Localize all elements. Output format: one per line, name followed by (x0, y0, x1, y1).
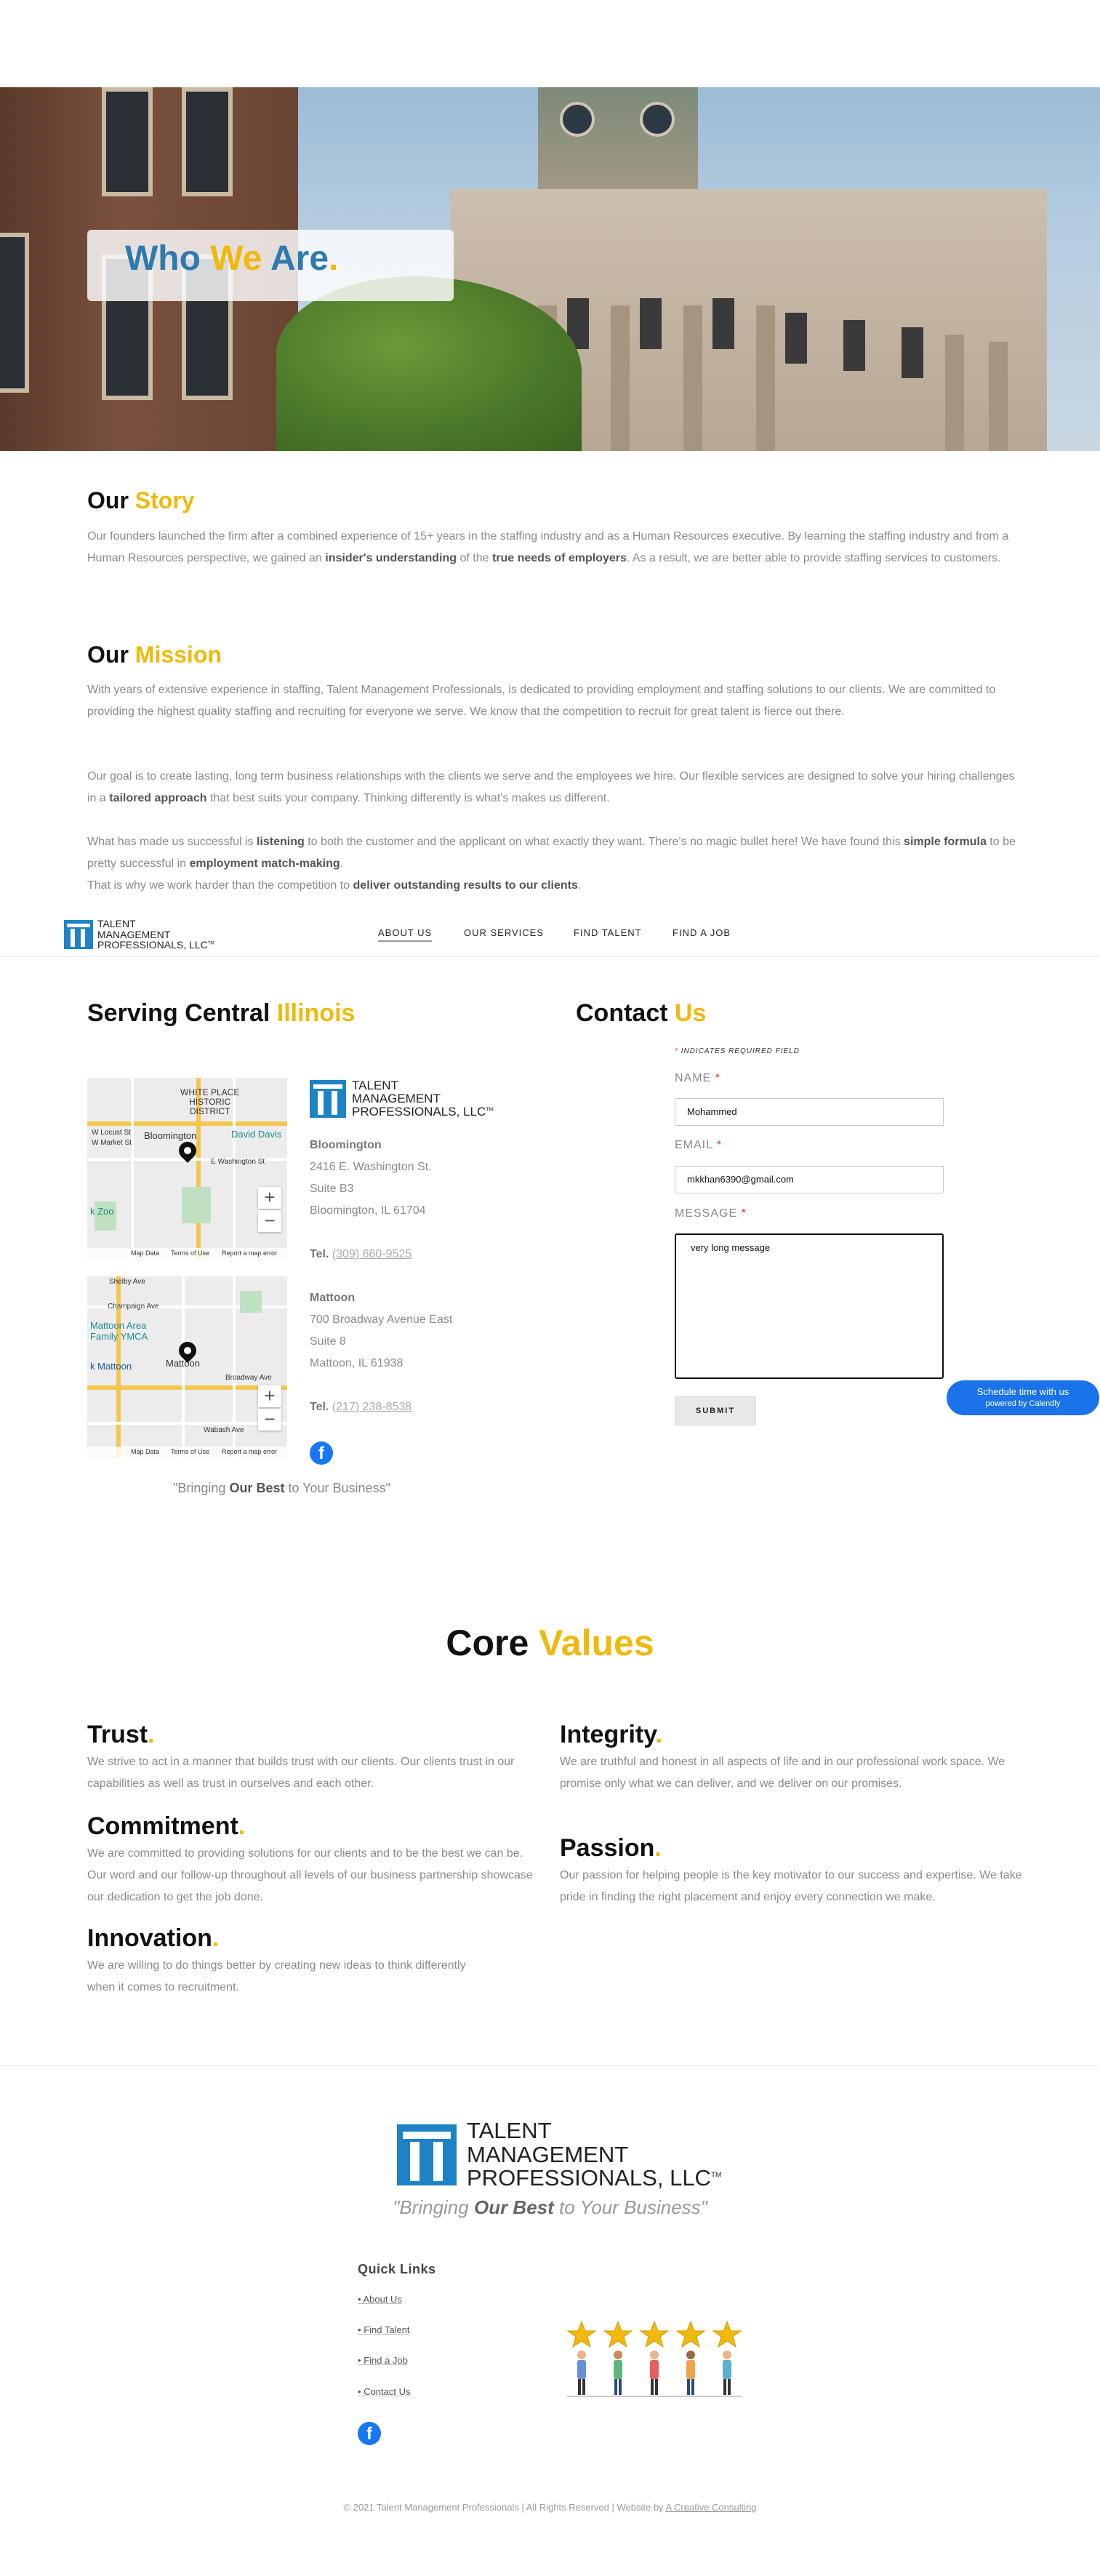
main-navigation: TALENT MANAGEMENT PROFESSIONALS, LLCTM ABO… (0, 909, 1100, 957)
bloomington-map[interactable]: WHITE PLACE HISTORIC DISTRICT Bloomington … (87, 1078, 287, 1260)
mattoon-map[interactable]: Shelby Ave Champaign Ave Mattoon Area Fa… (87, 1276, 287, 1458)
core-values-heading: Core Values (446, 1623, 654, 1663)
mattoon-phone: Tel. (217) 238-8538 (310, 1401, 412, 1413)
value-commitment-title: Commitment. (87, 1812, 246, 1840)
email-label: EMAIL * (675, 1139, 723, 1151)
calendly-schedule-button[interactable]: Schedule time with us powered by Calendl… (947, 1380, 1099, 1415)
nav-find-a-job[interactable]: FIND A JOB (673, 927, 731, 938)
zoom-out-icon[interactable]: − (258, 1210, 281, 1232)
email-field[interactable]: mkkhan6390@gmail.com (675, 1166, 944, 1193)
nav-about-us[interactable]: ABOUT US (378, 927, 433, 942)
submit-button[interactable]: SUBMIT (675, 1396, 756, 1425)
name-label: NAME * (675, 1072, 720, 1084)
map-attribution: Map Data Terms of Use Report a map error (87, 1447, 287, 1458)
contact-brand-logo: TALENT MANAGEMENT PROFESSIONALS, LLCTM (310, 1079, 493, 1119)
page: Who We Are. Our Story Our founders launc… (0, 0, 1100, 2576)
mattoon-address: Mattoon 700 Broadway Avenue East Suite 8… (310, 1292, 453, 1369)
footer-link-about-us[interactable]: • About Us (358, 2294, 402, 2305)
bloomington-phone-link[interactable]: (309) 660-9525 (332, 1248, 412, 1260)
footer-divider (0, 2065, 1100, 2066)
value-commitment-text: We are committed to providing solutions … (87, 1847, 533, 1903)
footer-tagline: "Bringing Our Best to Your Business" (393, 2196, 707, 2218)
brand-logo-icon (64, 920, 93, 950)
value-passion-title: Passion. (560, 1834, 662, 1862)
footer-link-find-talent[interactable]: • Find Talent (358, 2324, 410, 2335)
footer-link-contact-us[interactable]: • Contact Us (358, 2386, 411, 2397)
serving-tagline: "Bringing Our Best to Your Business" (173, 1481, 390, 1495)
value-innovation-text: We are willing to do things better by cr… (87, 1959, 466, 1993)
brand-wordmark: TALENT MANAGEMENT PROFESSIONALS, LLCTM (467, 2118, 722, 2191)
mattoon-phone-link[interactable]: (217) 238-8538 (332, 1401, 412, 1413)
quick-links-heading: Quick Links (358, 2262, 436, 2276)
nav-find-talent[interactable]: FIND TALENT (574, 927, 642, 938)
mission-paragraph-3: What has made us successful is listening… (87, 836, 1016, 892)
five-star-rating-illustration (567, 2320, 742, 2397)
value-trust-text: We strive to act in a manner that builds… (87, 1756, 515, 1790)
mission-heading: Our Mission (87, 641, 222, 668)
required-field-note: * INDICATES REQUIRED FIELD (675, 1047, 800, 1055)
brand-wordmark: TALENT MANAGEMENT PROFESSIONALS, LLCTM (352, 1079, 494, 1119)
bloomington-phone: Tel. (309) 660-9525 (310, 1248, 412, 1260)
footer-brand-logo[interactable]: TALENT MANAGEMENT PROFESSIONALS, LLCTM (397, 2119, 721, 2191)
serving-heading: Serving Central Illinois (87, 999, 356, 1027)
value-trust-title: Trust. (87, 1721, 155, 1748)
footer-link-find-a-job[interactable]: • Find a Job (358, 2355, 408, 2366)
name-field[interactable]: Mohammed (675, 1098, 944, 1126)
nav-our-services[interactable]: OUR SERVICES (464, 927, 544, 938)
hero-title: Who We Are. (125, 239, 339, 278)
brand-logo-icon (310, 1079, 346, 1118)
mission-paragraph-1: With years of extensive experience in st… (87, 684, 996, 718)
brand-wordmark: TALENT MANAGEMENT PROFESSIONALS, LLCTM (97, 918, 214, 951)
facebook-icon[interactable]: f (358, 2422, 381, 2445)
agency-credit-link[interactable]: A Creative Consulting (665, 2502, 756, 2513)
zoom-out-icon[interactable]: − (258, 1409, 281, 1431)
nav-logo[interactable]: TALENT MANAGEMENT PROFESSIONALS, LLCTM (64, 919, 214, 951)
map-attribution: Map Data Terms of Use Report a map error (87, 1248, 287, 1260)
value-passion-text: Our passion for helping people is the ke… (560, 1869, 1022, 1903)
value-integrity-title: Integrity. (560, 1721, 663, 1748)
value-innovation-title: Innovation. (87, 1924, 220, 1952)
copyright-notice: © 2021 Talent Management Professionals |… (343, 2502, 757, 2513)
story-heading: Our Story (87, 487, 195, 513)
value-integrity-text: We are truthful and honest in all aspect… (560, 1756, 1005, 1790)
zoom-in-icon[interactable]: + (258, 1187, 281, 1209)
facebook-icon[interactable]: f (310, 1441, 333, 1465)
message-label: MESSAGE * (675, 1207, 747, 1220)
contact-heading: Contact Us (576, 999, 707, 1027)
story-text: Our founders launched the firm after a c… (87, 530, 1009, 564)
mission-paragraph-2: Our goal is to create lasting, long term… (87, 770, 1015, 804)
zoom-in-icon[interactable]: + (258, 1385, 281, 1407)
bloomington-address: Bloomington 2416 E. Washington St. Suite… (310, 1139, 432, 1217)
message-field[interactable]: very long message (675, 1233, 944, 1379)
brand-logo-icon (397, 2124, 457, 2185)
